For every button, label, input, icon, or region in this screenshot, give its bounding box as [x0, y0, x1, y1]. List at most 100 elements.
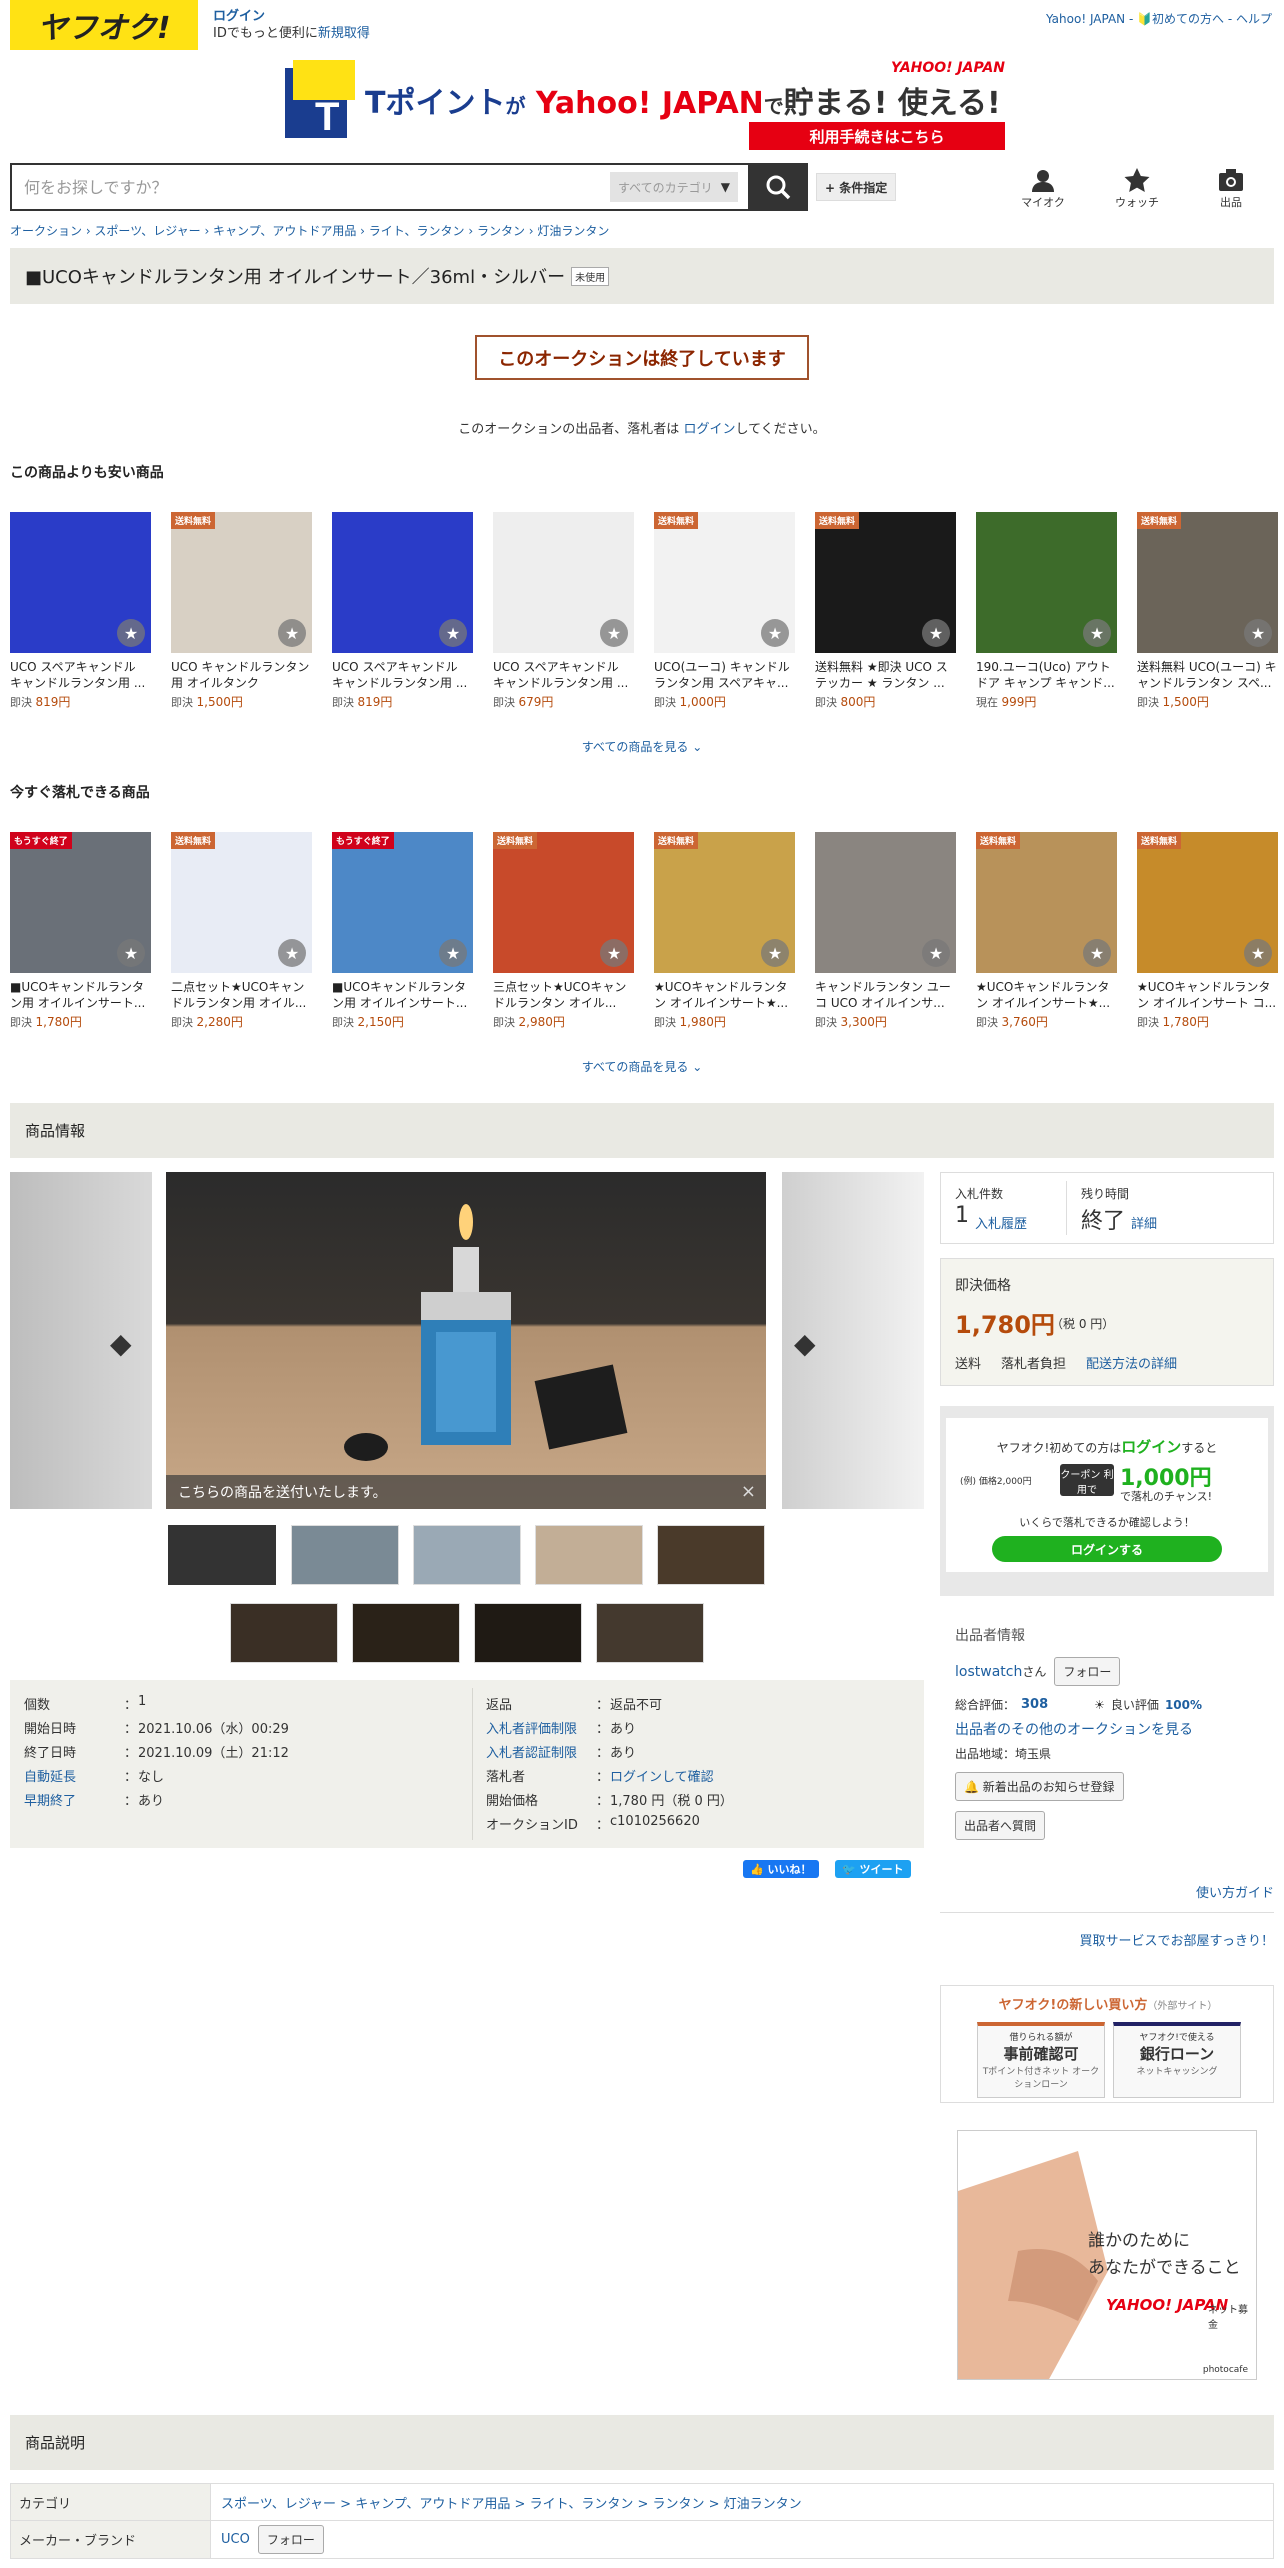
product-name[interactable]: キャンドルランタン ユー コ UCO オイルインサ...: [815, 979, 956, 1011]
product-image[interactable]: ★: [976, 512, 1117, 653]
main-product-image[interactable]: [166, 1172, 766, 1509]
product-card[interactable]: 送料無料 ★ 送料無料 ★即決 UCO ス テッカー ★ ランタン ... 即決 80…: [815, 512, 956, 710]
product-name[interactable]: UCO キャンドルランタン 用 オイルタンク: [171, 659, 312, 691]
login-coupon-ad[interactable]: ヤフオク!初めての方はログインすると (例) 価格2,000円 クーポン 利用で…: [940, 1406, 1274, 1596]
product-card[interactable]: ★ UCO スペアキャンドル キャンドルランタン用 ... 即決 679円: [493, 512, 634, 710]
seller-follow-button[interactable]: フォロー: [1054, 1657, 1121, 1686]
gallery-thumbnail[interactable]: [657, 1525, 765, 1585]
product-image[interactable]: 送料無料 ★: [815, 512, 956, 653]
gallery-thumbnail[interactable]: [535, 1525, 643, 1585]
time-detail-link[interactable]: 詳細: [1131, 1213, 1157, 1232]
ended-login-link[interactable]: ログイン: [683, 422, 735, 437]
product-image[interactable]: ★: [10, 512, 151, 653]
gallery-thumbnail[interactable]: [474, 1603, 582, 1663]
detail-key[interactable]: 自動延長: [24, 1766, 124, 1785]
product-image[interactable]: 送料無料 ★: [1137, 832, 1278, 973]
product-name[interactable]: UCO(ユーコ) キャンドル ランタン用 スペアキャ...: [654, 659, 795, 691]
ask-seller-button[interactable]: 出品者へ質問: [955, 1811, 1046, 1840]
brand-follow-button[interactable]: フォロー: [257, 2525, 324, 2554]
product-image[interactable]: 送料無料 ★: [654, 832, 795, 973]
product-image[interactable]: ★: [493, 512, 634, 653]
detail-value[interactable]: ログインして確認: [610, 1766, 714, 1785]
product-name[interactable]: 三点セット★UCOキャン ドルランタン オイル...: [493, 979, 634, 1011]
header-watch[interactable]: ウォッチ: [1107, 168, 1167, 210]
product-name[interactable]: UCO スペアキャンドル キャンドルランタン用 ...: [332, 659, 473, 691]
gallery-next-button[interactable]: ◆: [794, 1327, 824, 1360]
watch-star-icon[interactable]: ★: [278, 619, 306, 647]
watch-star-icon[interactable]: ★: [761, 619, 789, 647]
gallery-thumbnail[interactable]: [352, 1603, 460, 1663]
prepaid-loan-button[interactable]: 借りられる額が 事前確認可 Tポイント付きネット オークションローン: [977, 2022, 1105, 2098]
watch-star-icon[interactable]: ★: [439, 619, 467, 647]
cheaper-see-all-link[interactable]: すべての商品を見る ⌄: [0, 738, 1284, 755]
gallery-thumbnail[interactable]: [413, 1525, 521, 1585]
product-card[interactable]: ★ 190.ユーコ(Uco) アウト ドア キャンプ キャンド... 現在 999円: [976, 512, 1117, 710]
product-name[interactable]: UCO スペアキャンドル キャンドルランタン用 ...: [10, 659, 151, 691]
product-image[interactable]: 送料無料 ★: [171, 832, 312, 973]
search-input[interactable]: [12, 177, 610, 197]
yahuoku-logo[interactable]: ヤフオク!: [10, 0, 198, 50]
watch-star-icon[interactable]: ★: [1083, 939, 1111, 967]
donation-ad[interactable]: 誰かのために あなたができること YAHOO! JAPAN ネット募金 phot…: [957, 2130, 1257, 2380]
watch-star-icon[interactable]: ★: [117, 939, 145, 967]
product-image[interactable]: もうすぐ終了 ★: [10, 832, 151, 973]
gallery-thumbnail[interactable]: [168, 1525, 276, 1585]
product-name[interactable]: UCO スペアキャンドル キャンドルランタン用 ...: [493, 659, 634, 691]
watch-star-icon[interactable]: ★: [922, 939, 950, 967]
breadcrumb[interactable]: オークション › スポーツ、レジャー › キャンプ、アウトドア用品 › ライト、…: [10, 222, 609, 239]
desc-category-link[interactable]: スポーツ、レジャー > キャンプ、アウトドア用品 > ライト、ランタン > ラン…: [221, 2493, 802, 2512]
buynow-see-all-link[interactable]: すべての商品を見る ⌄: [0, 1058, 1284, 1075]
detail-key[interactable]: 入札者評価制限: [486, 1718, 596, 1737]
product-card[interactable]: もうすぐ終了 ★ ■UCOキャンドルランタ ン用 オイルインサート... 即決 2,1…: [332, 832, 473, 1030]
product-name[interactable]: ■UCOキャンドルランタ ン用 オイルインサート...: [332, 979, 473, 1011]
login-link[interactable]: ログイン: [213, 8, 370, 25]
gallery-thumbnail[interactable]: [291, 1525, 399, 1585]
product-name[interactable]: 二点セット★UCOキャン ドルランタン用 オイル...: [171, 979, 312, 1011]
product-card[interactable]: 送料無料 ★ ★UCOキャンドルランタ ン オイルインサート★... 即決 1,980…: [654, 832, 795, 1030]
signup-link[interactable]: 新規取得: [318, 26, 370, 41]
product-image[interactable]: 送料無料 ★: [976, 832, 1117, 973]
detail-key[interactable]: 早期終了: [24, 1790, 124, 1809]
product-image[interactable]: 送料無料 ★: [171, 512, 312, 653]
search-button[interactable]: [748, 163, 808, 211]
product-card[interactable]: もうすぐ終了 ★ ■UCOキャンドルランタ ン用 オイルインサート... 即決 1,7…: [10, 832, 151, 1030]
gallery-thumbnail[interactable]: [596, 1603, 704, 1663]
category-select[interactable]: すべてのカテゴリ ▼: [610, 172, 738, 202]
banner-cta[interactable]: 利用手続きはこちら: [749, 122, 1005, 150]
product-card[interactable]: ★ UCO スペアキャンドル キャンドルランタン用 ... 即決 819円: [10, 512, 151, 710]
header-right-links[interactable]: Yahoo! JAPAN - 🔰初めての方へ - ヘルプ: [1046, 10, 1272, 27]
product-card[interactable]: ★ キャンドルランタン ユー コ UCO オイルインサ... 即決 3,300円: [815, 832, 956, 1030]
watch-star-icon[interactable]: ★: [117, 619, 145, 647]
header-sell[interactable]: 出品: [1201, 168, 1261, 210]
notify-new-listing-button[interactable]: 🔔 新着出品のお知らせ登録: [955, 1772, 1124, 1801]
desc-brand-link[interactable]: UCO: [221, 2532, 250, 2547]
gallery-prev-button[interactable]: ◆: [110, 1327, 140, 1360]
usage-guide-link[interactable]: 使い方ガイド: [1196, 1882, 1274, 1901]
product-name[interactable]: 送料無料 UCO(ユーコ) キ ャンドルランタン スペ...: [1137, 659, 1278, 691]
search-conditions-button[interactable]: + 条件指定: [816, 173, 897, 201]
tpoint-banner[interactable]: T Tポイントが Yahoo! JAPANで貯まる! 使える! YAHOO! J…: [285, 60, 1005, 150]
seller-other-auctions-link[interactable]: 出品者のその他のオークションを見る: [955, 1719, 1275, 1739]
product-image[interactable]: 送料無料 ★: [654, 512, 795, 653]
watch-star-icon[interactable]: ★: [278, 939, 306, 967]
seller-total-rating[interactable]: 308: [1021, 1697, 1048, 1712]
watch-star-icon[interactable]: ★: [439, 939, 467, 967]
product-image[interactable]: 送料無料 ★: [1137, 512, 1278, 653]
product-card[interactable]: 送料無料 ★ UCO キャンドルランタン 用 オイルタンク 即決 1,500円: [171, 512, 312, 710]
product-card[interactable]: 送料無料 ★ 送料無料 UCO(ユーコ) キ ャンドルランタン スペ... 即決 1,…: [1137, 512, 1278, 710]
watch-star-icon[interactable]: ★: [1083, 619, 1111, 647]
seller-name-link[interactable]: lostwatch: [955, 1664, 1022, 1680]
product-name[interactable]: 送料無料 ★即決 UCO ス テッカー ★ ランタン ...: [815, 659, 956, 691]
coupon-login-button[interactable]: ログインする: [992, 1536, 1222, 1562]
product-card[interactable]: 送料無料 ★ 二点セット★UCOキャン ドルランタン用 オイル... 即決 2,280…: [171, 832, 312, 1030]
close-icon[interactable]: ×: [741, 1481, 756, 1502]
product-image[interactable]: ★: [815, 832, 956, 973]
watch-star-icon[interactable]: ★: [600, 619, 628, 647]
bid-history-link[interactable]: 入札履歴: [975, 1213, 1027, 1232]
product-card[interactable]: 送料無料 ★ ★UCOキャンドルランタ ン オイルインサート★... 即決 3,760…: [976, 832, 1117, 1030]
bank-loan-button[interactable]: ヤフオク!で使える 銀行ローン ネットキャッシング: [1113, 2022, 1241, 2098]
header-myauc[interactable]: マイオク: [1013, 168, 1073, 210]
shipping-details-link[interactable]: 配送方法の詳細: [1086, 1353, 1177, 1372]
product-name[interactable]: ■UCOキャンドルランタ ン用 オイルインサート...: [10, 979, 151, 1011]
facebook-like-button[interactable]: 👍 いいね！: [743, 1860, 819, 1878]
